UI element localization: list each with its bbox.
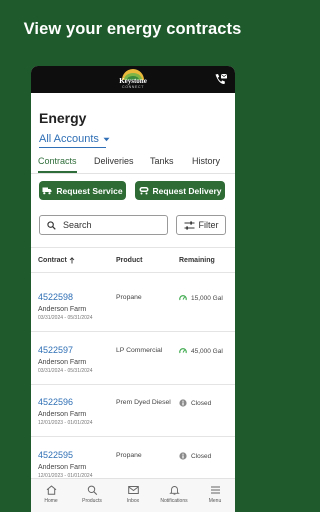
nav-inbox[interactable]: Inbox (113, 485, 153, 504)
gauge-icon (179, 295, 187, 301)
tanker-truck-icon (139, 187, 148, 195)
contract-remaining: 45,000 Gal (179, 347, 223, 355)
request-service-label: Request Service (56, 185, 123, 196)
mail-icon (127, 486, 139, 494)
contract-product: Prem Dyed Diesel (116, 399, 171, 406)
nav-inbox-label: Inbox (126, 498, 140, 504)
app-header: Keystone CONNECT (31, 66, 235, 93)
active-tab-indicator (38, 171, 77, 173)
remaining-value: 15,000 Gal (191, 294, 223, 302)
phone-contact-icon[interactable] (214, 73, 228, 86)
nav-home[interactable]: Home (31, 485, 71, 504)
filter-sliders-icon (184, 220, 194, 230)
contract-dates: 12/01/2023 - 01/01/2024 (38, 420, 93, 426)
page-title: Energy (39, 110, 87, 126)
truck-icon (42, 187, 52, 195)
contract-remaining: Closed (179, 399, 211, 407)
bell-icon (168, 486, 180, 495)
logo-sub: CONNECT (122, 85, 144, 89)
account-selector-label: All Accounts (39, 133, 99, 145)
contract-product: LP Commercial (116, 347, 163, 354)
closed-status-icon (179, 452, 187, 460)
contract-id-link[interactable]: 4522597 (38, 345, 73, 355)
logo-name: Keystone (119, 77, 147, 85)
row-divider (31, 384, 235, 385)
column-contract-label: Contract (38, 257, 67, 264)
nav-menu[interactable]: Menu (195, 485, 235, 504)
request-delivery-label: Request Delivery (152, 185, 222, 196)
contract-farm: Anderson Farm (38, 464, 87, 471)
tab-deliveries[interactable]: Deliveries (94, 156, 134, 166)
account-selector[interactable]: All Accounts (39, 133, 110, 145)
table-row[interactable]: 4522598 Anderson Farm 03/31/2024 - 05/31… (31, 292, 235, 342)
contract-remaining: 15,000 Gal (179, 294, 223, 302)
contract-farm: Anderson Farm (38, 359, 87, 366)
nav-products[interactable]: Products (72, 485, 112, 504)
contract-id-link[interactable]: 4522598 (38, 292, 73, 302)
table-divider-header (31, 272, 235, 273)
request-service-button[interactable]: Request Service (39, 181, 126, 200)
tab-tanks[interactable]: Tanks (150, 156, 174, 166)
keystone-logo: Keystone CONNECT (113, 67, 153, 92)
search-icon (47, 220, 56, 230)
table-row[interactable]: 4522596 Anderson Farm 12/01/2023 - 01/01… (31, 397, 235, 447)
search-placeholder: Search (63, 220, 92, 230)
contract-product: Propane (116, 452, 142, 459)
row-divider (31, 436, 235, 437)
tab-history[interactable]: History (192, 156, 220, 166)
table-divider-top (31, 247, 235, 248)
caret-down-icon (103, 137, 110, 141)
column-header-remaining: Remaining (179, 257, 215, 264)
tab-contracts[interactable]: Contracts (38, 156, 77, 166)
bottom-nav: Home Products Inbox Notifications Menu (31, 478, 235, 512)
contract-farm: Anderson Farm (38, 306, 87, 313)
menu-icon (210, 486, 220, 494)
column-header-contract[interactable]: Contract (38, 257, 75, 264)
contract-remaining: Closed (179, 452, 211, 460)
filter-button[interactable]: Filter (176, 215, 226, 235)
search-icon (87, 485, 97, 495)
nav-notifications[interactable]: Notifications (154, 485, 194, 504)
row-divider (31, 331, 235, 332)
search-field[interactable]: Search (39, 215, 168, 235)
promo-headline: View your energy contracts (23, 20, 242, 38)
contract-dates: 03/31/2024 - 05/31/2024 (38, 368, 93, 374)
phone-screen: Keystone CONNECT Energy All Accounts Con… (31, 66, 235, 512)
sort-ascending-icon (69, 257, 75, 264)
remaining-value: Closed (191, 452, 212, 460)
remaining-value: 45,000 Gal (191, 347, 223, 355)
column-header-product: Product (116, 257, 143, 264)
nav-notifications-label: Notifications (160, 498, 188, 504)
contract-product: Propane (116, 294, 142, 301)
gauge-icon (179, 348, 187, 354)
tab-bar: Contracts Deliveries Tanks History (31, 156, 235, 174)
closed-status-icon (179, 399, 187, 407)
request-delivery-button[interactable]: Request Delivery (135, 181, 225, 200)
nav-menu-label: Menu (208, 498, 222, 504)
home-icon (46, 485, 56, 495)
nav-products-label: Products (82, 498, 102, 504)
contract-farm: Anderson Farm (38, 411, 87, 418)
nav-home-label: Home (44, 498, 58, 504)
contract-id-link[interactable]: 4522595 (38, 450, 73, 460)
account-selector-underline (39, 147, 106, 148)
remaining-value: Closed (191, 399, 212, 407)
table-row[interactable]: 4522597 Anderson Farm 03/31/2024 - 05/31… (31, 345, 235, 395)
contract-dates: 03/31/2024 - 05/31/2024 (38, 315, 93, 321)
contract-id-link[interactable]: 4522596 (38, 397, 73, 407)
filter-label: Filter (198, 220, 219, 230)
